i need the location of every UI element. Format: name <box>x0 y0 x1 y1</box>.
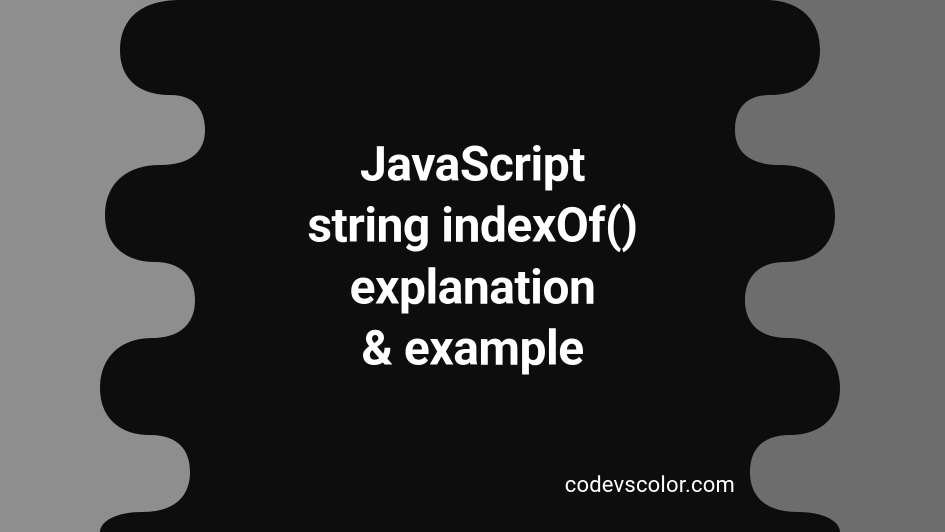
title-text: JavaScript string indexOf() explanation … <box>307 133 637 379</box>
title-line-3: explanation <box>307 256 637 317</box>
attribution-text: codevscolor.com <box>565 473 735 498</box>
title-line-2: string indexOf() <box>307 195 637 256</box>
banner-graphic: JavaScript string indexOf() explanation … <box>0 0 945 532</box>
title-line-4: & example <box>307 318 637 379</box>
title-line-1: JavaScript <box>307 133 637 194</box>
